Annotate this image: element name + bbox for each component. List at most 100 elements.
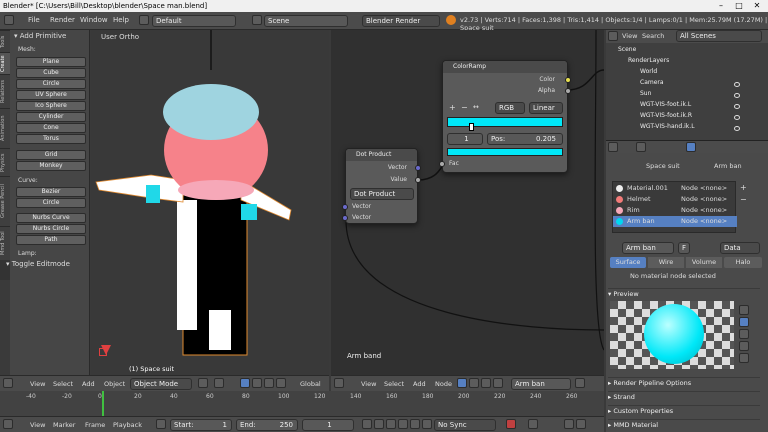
color-stop-handle[interactable]	[469, 123, 474, 131]
delete-key-icon[interactable]	[576, 419, 586, 429]
shader-nodes-icon[interactable]	[457, 378, 467, 388]
outliner-type-icon[interactable]	[608, 31, 618, 41]
nurbs-curve-button[interactable]: Nurbs Curve	[16, 213, 86, 223]
render-engine-select[interactable]: Blender Render	[362, 15, 440, 27]
texture-nodes-icon[interactable]	[469, 378, 479, 388]
preview-cube-icon[interactable]	[739, 329, 749, 339]
colorramp-node[interactable]: ColorRamp Color Alpha + − ↔ RGB Linear 1…	[439, 60, 571, 173]
remove-slot-icon[interactable]: −	[740, 195, 750, 205]
grid-button[interactable]: Grid	[16, 150, 86, 160]
preview-flat-icon[interactable]	[739, 305, 749, 315]
outliner-item-renderlayers[interactable]: RenderLayers	[606, 55, 768, 66]
layout-field[interactable]: Default	[152, 15, 236, 27]
flip-icon[interactable]: ↔	[473, 103, 479, 111]
prev-key-icon[interactable]	[374, 419, 384, 429]
jump-end-icon[interactable]	[422, 419, 432, 429]
material-tab-icon[interactable]	[686, 142, 696, 152]
end-frame-field[interactable]: End: 250	[236, 419, 298, 431]
viewport-add-menu[interactable]: Add	[82, 380, 95, 388]
viewport-object-menu[interactable]: Object	[104, 380, 125, 388]
material-name-field[interactable]: Arm ban	[622, 242, 674, 254]
path-button[interactable]: Path	[16, 235, 86, 245]
range-icon[interactable]	[156, 419, 166, 429]
compositing-nodes-icon[interactable]	[481, 378, 491, 388]
cylinder-button[interactable]: Cylinder	[16, 112, 86, 122]
timeline[interactable]: -40 -20 0 20 40 60 80 100 120 140 160 180 200 220 240 2…	[0, 391, 604, 416]
outliner-item-wgt-hand-l[interactable]: WGT-VIS-hand.ik.L	[606, 121, 768, 132]
tab-create[interactable]: Create	[0, 52, 10, 74]
editor-type-icon[interactable]	[3, 419, 13, 429]
outliner-item-sun[interactable]: Sun	[606, 88, 768, 99]
node-node-menu[interactable]: Node	[435, 380, 452, 388]
next-key-icon[interactable]	[410, 419, 420, 429]
material-slot[interactable]: Rim Node <none>	[613, 205, 737, 216]
pivot-icon[interactable]	[214, 378, 224, 388]
node-editor[interactable]: ColorRamp Color Alpha + − ↔ RGB Linear 1…	[331, 30, 604, 375]
visibility-eye-icon[interactable]	[734, 104, 740, 109]
material-slot[interactable]: Material.001 Node <none>	[613, 183, 737, 194]
vector-input-socket-2[interactable]	[342, 215, 348, 221]
timeline-frame-menu[interactable]: Frame	[85, 421, 105, 429]
tab-grease-pencil[interactable]: Grease Pencil	[0, 176, 10, 226]
tab-mmd-tool[interactable]: Mmd Tool	[0, 226, 10, 260]
maximize-button[interactable]: □	[732, 1, 746, 11]
visibility-eye-icon[interactable]	[734, 115, 740, 120]
stop-index-field[interactable]: 1	[447, 133, 483, 145]
object-tab-icon[interactable]	[636, 142, 646, 152]
value-output-socket[interactable]	[415, 177, 421, 183]
cube-button[interactable]: Cube	[16, 68, 86, 78]
jump-start-icon[interactable]	[362, 419, 372, 429]
tab-wire[interactable]: Wire	[648, 257, 684, 268]
menu-window[interactable]: Window	[80, 16, 108, 24]
outliner-view-menu[interactable]: View	[622, 32, 637, 40]
tab-physics[interactable]: Physics	[0, 148, 10, 176]
render-pipeline-panel-header[interactable]: ▸ Render Pipeline Options	[608, 377, 760, 388]
vector-input-socket-1[interactable]	[342, 204, 348, 210]
color-gradient[interactable]	[447, 117, 563, 127]
monkey-button[interactable]: Monkey	[16, 161, 86, 171]
node-add-menu[interactable]: Add	[413, 380, 426, 388]
tab-animation[interactable]: Animation	[0, 108, 10, 148]
nurbs-circle-button[interactable]: Nurbs Circle	[16, 224, 86, 234]
layout-icon[interactable]	[139, 15, 149, 25]
fake-user-icon[interactable]	[575, 378, 585, 388]
preview-hair-icon[interactable]	[739, 353, 749, 363]
close-button[interactable]: ✕	[750, 1, 764, 11]
fake-user-toggle[interactable]: F	[678, 242, 690, 254]
visibility-eye-icon[interactable]	[734, 126, 740, 131]
preview-sphere-icon[interactable]	[739, 317, 749, 327]
start-frame-field[interactable]: Start: 1	[170, 419, 232, 431]
sync-select[interactable]: No Sync	[434, 419, 496, 431]
scene-field[interactable]: Scene	[264, 15, 348, 27]
mmd-material-panel-header[interactable]: ▸ MMD Material	[608, 419, 760, 430]
node-select-menu[interactable]: Select	[384, 380, 404, 388]
minimize-button[interactable]: –	[714, 1, 728, 11]
scale-icon[interactable]	[276, 378, 286, 388]
keying-set-icon[interactable]	[528, 419, 538, 429]
editor-type-icon[interactable]	[334, 378, 344, 388]
vector-output-socket[interactable]	[415, 165, 421, 171]
stop-color-swatch[interactable]	[447, 148, 563, 156]
visibility-eye-icon[interactable]	[734, 82, 740, 87]
material-slot[interactable]: Helmet Node <none>	[613, 194, 737, 205]
timeline-view-menu[interactable]: View	[30, 421, 45, 429]
outliner-item-world[interactable]: World	[606, 66, 768, 77]
pos-field[interactable]: Pos: 0.205	[487, 133, 563, 145]
translate-icon[interactable]	[252, 378, 262, 388]
viewport-select-menu[interactable]: Select	[53, 380, 73, 388]
menu-help[interactable]: Help	[113, 16, 129, 24]
outliner-item-wgt-foot-r[interactable]: WGT-VIS-foot.ik.R	[606, 110, 768, 121]
circle-button[interactable]: Circle	[16, 79, 86, 89]
outliner-search-menu[interactable]: Search	[642, 32, 664, 40]
current-frame-marker[interactable]	[102, 391, 104, 416]
tab-surface[interactable]: Surface	[610, 257, 646, 268]
node-material-field[interactable]: Arm ban	[511, 378, 571, 390]
editor-type-icon[interactable]	[4, 15, 14, 25]
tab-tools[interactable]: Tools	[0, 30, 10, 52]
mode-select[interactable]: Object Mode	[130, 378, 192, 390]
color-output-socket[interactable]	[565, 77, 571, 83]
preview-panel-header[interactable]: ▾ Preview	[608, 288, 760, 299]
plane-button[interactable]: Plane	[16, 57, 86, 67]
render-tab-icon[interactable]	[608, 142, 618, 152]
outliner-item-camera[interactable]: Camera	[606, 77, 768, 88]
